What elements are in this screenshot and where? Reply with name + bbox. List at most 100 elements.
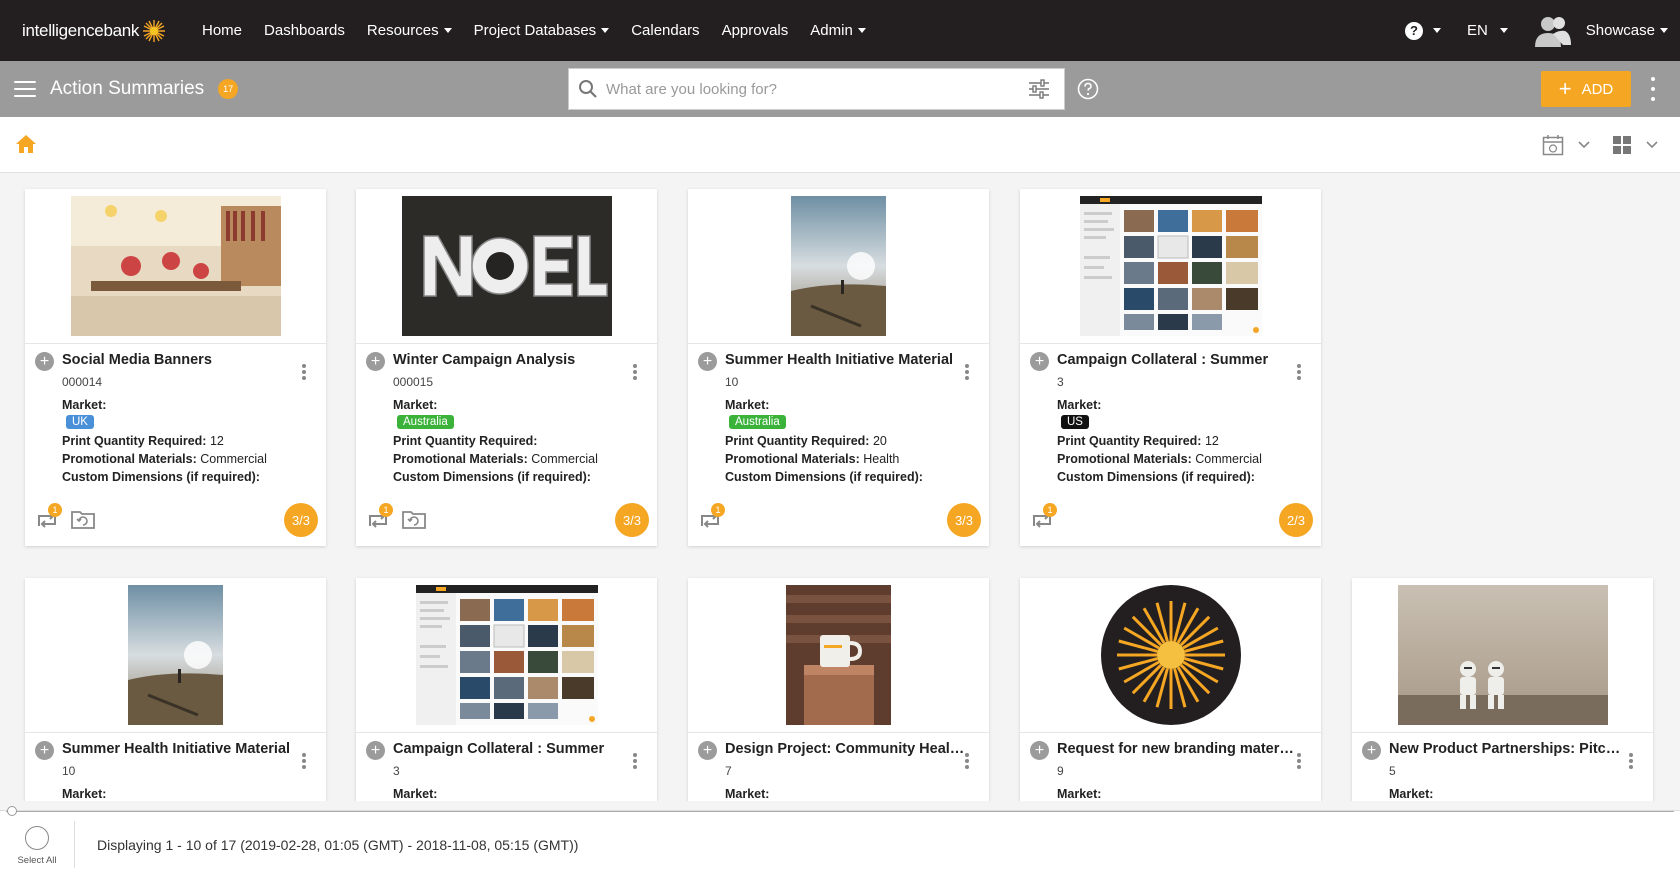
language-selector[interactable]: EN — [1467, 22, 1508, 39]
card-more-icon[interactable] — [633, 753, 637, 769]
nav-item-home[interactable]: Home — [202, 22, 242, 39]
add-icon[interactable]: + — [366, 352, 385, 371]
search-input[interactable] — [606, 80, 1006, 98]
thumbnail-image — [1079, 196, 1262, 336]
action-card[interactable]: + Winter Campaign Analysis 000015 Market… — [356, 189, 657, 546]
market-label: Market: — [725, 787, 770, 801]
nav-item-project-databases[interactable]: Project Databases — [474, 22, 610, 39]
card-title[interactable]: New Product Partnerships: Pitchi... — [1389, 739, 1629, 760]
folder-refresh-icon[interactable] — [71, 509, 95, 529]
more-options-icon[interactable] — [1650, 77, 1656, 101]
add-icon[interactable]: + — [35, 352, 54, 371]
market-label: Market: — [62, 398, 107, 412]
action-card[interactable]: + Campaign Collateral : Summer 3 Market: — [356, 578, 657, 801]
user-avatar-icon[interactable] — [1534, 14, 1572, 48]
filter-sliders-icon[interactable] — [1028, 79, 1050, 99]
chevron-down-icon — [601, 28, 610, 33]
folder-refresh-icon[interactable] — [402, 509, 426, 529]
add-icon[interactable]: + — [35, 741, 54, 760]
help-menu[interactable]: ? — [1404, 21, 1441, 40]
slider-handle[interactable] — [7, 806, 17, 816]
add-icon[interactable]: + — [698, 741, 717, 760]
sun-logo-icon — [143, 19, 166, 42]
search-icon[interactable] — [578, 79, 598, 99]
card-more-icon[interactable] — [1297, 753, 1301, 769]
action-card[interactable]: + Summer Health Initiative Material 10 M… — [25, 578, 326, 801]
add-icon[interactable]: + — [366, 741, 385, 760]
card-more-icon[interactable] — [302, 753, 306, 769]
home-icon[interactable] — [15, 134, 37, 154]
action-card[interactable]: + Design Project: Community Healt... 7 M… — [688, 578, 989, 801]
card-thumbnail[interactable] — [1352, 578, 1653, 733]
main-menu: Home Dashboards Resources Project Databases… — [202, 22, 888, 39]
card-thumbnail[interactable] — [688, 578, 989, 733]
card-grid: + Social Media Banners 000014 Market: UK … — [0, 173, 1680, 801]
card-more-icon[interactable] — [965, 364, 969, 380]
card-thumbnail[interactable] — [356, 578, 657, 733]
card-thumbnail[interactable] — [356, 189, 657, 344]
action-card[interactable]: + Summer Health Initiative Material 10 M… — [688, 189, 989, 546]
card-more-icon[interactable] — [1629, 753, 1633, 769]
chevron-down-icon[interactable] — [1646, 141, 1658, 149]
question-circle-icon[interactable] — [1077, 78, 1099, 100]
card-body: + Summer Health Initiative Material 10 M… — [25, 733, 326, 801]
count-badge: 17 — [218, 79, 239, 99]
calendar-icon[interactable] — [1542, 134, 1564, 156]
nav-item-label: Dashboards — [264, 22, 345, 39]
card-title[interactable]: Winter Campaign Analysis — [393, 350, 633, 371]
action-card[interactable]: + Social Media Banners 000014 Market: UK … — [25, 189, 326, 546]
action-card[interactable]: + Campaign Collateral : Summer 3 Market:… — [1020, 189, 1321, 546]
card-number: 000015 — [393, 375, 434, 389]
add-icon[interactable]: + — [1362, 741, 1381, 760]
card-title[interactable]: Design Project: Community Healt... — [725, 739, 965, 760]
custom-dimensions-row: Custom Dimensions (if required): — [393, 470, 645, 484]
card-more-icon[interactable] — [302, 364, 306, 380]
nav-item-admin[interactable]: Admin — [810, 22, 866, 39]
nav-item-calendars[interactable]: Calendars — [631, 22, 699, 39]
card-number: 5 — [1389, 764, 1396, 778]
card-title[interactable]: Summer Health Initiative Material — [725, 350, 965, 371]
grid-view-icon[interactable] — [1613, 136, 1631, 154]
card-title[interactable]: Summer Health Initiative Material — [62, 739, 302, 760]
card-title[interactable]: Social Media Banners — [62, 350, 302, 371]
menu-icon[interactable] — [14, 81, 36, 97]
nav-item-resources[interactable]: Resources — [367, 22, 452, 39]
market-label: Market: — [725, 398, 770, 412]
card-footer: 1 2/3 — [1020, 494, 1321, 546]
action-card[interactable]: + New Product Partnerships: Pitchi... 5 … — [1352, 578, 1653, 801]
card-thumbnail[interactable] — [25, 578, 326, 733]
select-all[interactable]: Select All — [12, 826, 62, 866]
card-thumbnail[interactable] — [1020, 578, 1321, 733]
action-card[interactable]: + Request for new branding materials 9 M… — [1020, 578, 1321, 801]
card-title[interactable]: Request for new branding materials — [1057, 739, 1297, 760]
add-icon[interactable]: + — [1030, 741, 1049, 760]
card-thumbnail[interactable] — [688, 189, 989, 344]
promo-materials-value: Commercial — [1195, 452, 1262, 466]
divider — [74, 821, 75, 868]
add-button[interactable]: + ADD — [1541, 71, 1631, 107]
card-title[interactable]: Campaign Collateral : Summer — [1057, 350, 1297, 371]
card-thumbnail[interactable] — [1020, 189, 1321, 344]
card-footer: 1 3/3 — [25, 494, 326, 546]
card-more-icon[interactable] — [965, 753, 969, 769]
logo[interactable]: intelligencebank — [22, 19, 202, 43]
add-icon[interactable]: + — [1030, 352, 1049, 371]
card-footer: 1 3/3 — [688, 494, 989, 546]
card-body: + New Product Partnerships: Pitchi... 5 … — [1352, 733, 1653, 801]
card-title[interactable]: Campaign Collateral : Summer — [393, 739, 633, 760]
card-thumbnail[interactable] — [25, 189, 326, 344]
card-more-icon[interactable] — [633, 364, 637, 380]
nav-item-approvals[interactable]: Approvals — [722, 22, 789, 39]
card-body: + Winter Campaign Analysis 000015 Market… — [356, 344, 657, 494]
breadcrumb — [0, 117, 1680, 173]
timeline-slider[interactable] — [6, 806, 1674, 816]
card-more-icon[interactable] — [1297, 364, 1301, 380]
card-number: 7 — [725, 764, 732, 778]
chevron-down-icon[interactable] — [1578, 141, 1590, 149]
nav-item-label: Approvals — [721, 22, 789, 39]
select-all-checkbox[interactable] — [25, 826, 49, 850]
promo-materials-row: Promotional Materials: Commercial — [1057, 452, 1309, 466]
user-menu[interactable]: Showcase — [1586, 22, 1668, 39]
nav-item-dashboards[interactable]: Dashboards — [264, 22, 345, 39]
add-icon[interactable]: + — [698, 352, 717, 371]
